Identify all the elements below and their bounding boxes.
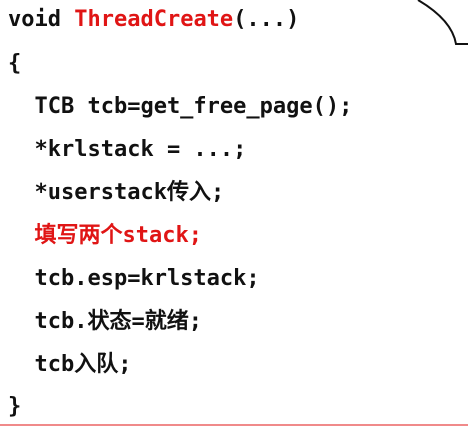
code-line-3: TCB tcb=get_free_page();: [8, 94, 353, 119]
code-line-4: *krlstack = ...;: [8, 137, 247, 162]
code-line-8: tcb.状态=就绪;: [8, 309, 202, 334]
code-line-9: tcb入队;: [8, 352, 132, 377]
code-line-6-highlighted: 填写两个stack;: [8, 223, 202, 248]
code-line-7: tcb.esp=krlstack;: [8, 266, 260, 291]
function-args: (...): [233, 7, 300, 32]
code-line-10: }: [8, 394, 22, 419]
code-line-2: {: [8, 51, 22, 76]
function-name: ThreadCreate: [74, 7, 234, 32]
keyword-void: void: [8, 7, 75, 32]
bottom-divider: [0, 424, 468, 426]
code-slide: void ThreadCreate(...) { TCB tcb=get_fre…: [0, 0, 468, 432]
code-line-5: *userstack传入;: [8, 180, 225, 205]
code-line-1: void ThreadCreate(...): [8, 5, 299, 35]
